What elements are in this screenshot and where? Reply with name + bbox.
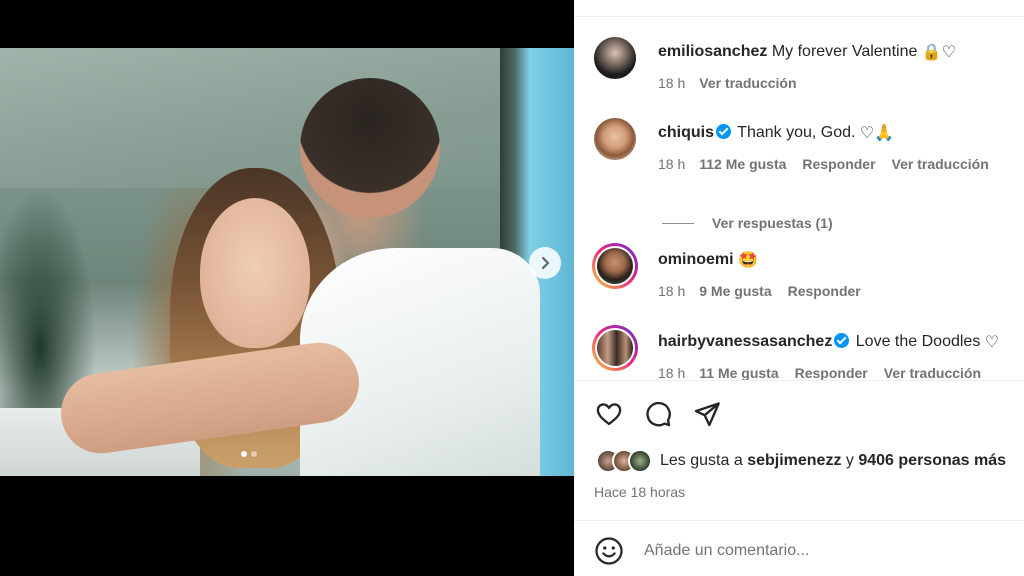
carousel-indicator [241,451,257,457]
liker-username[interactable]: sebjimenezz [747,452,841,469]
avatar[interactable] [592,325,638,371]
carousel-next-button[interactable] [529,247,561,279]
comment-time[interactable]: 18 h [658,283,685,299]
comment-time[interactable]: 18 h [658,365,685,380]
comment-text: Thank you, God. [737,124,856,141]
add-comment-bar [574,520,1024,576]
comment-username[interactable]: hairbyvanessasanchez [658,333,832,350]
comment-emoji: ♡🙏 [859,125,895,142]
actions-bar [574,380,1024,427]
like-button[interactable] [594,399,624,429]
likes-prefix: Les gusta a [660,452,743,469]
verified-badge-icon [716,124,732,139]
replies-line [662,222,694,224]
verified-badge-icon [834,333,850,348]
post-panel: emiliosanchez My forever Valentine 🔒♡ 18… [574,0,1024,576]
post-timestamp[interactable]: Hace 18 horas [594,484,685,500]
avatar[interactable] [592,35,638,81]
comment-time[interactable]: 18 h [658,156,685,172]
comment-likes[interactable]: 9 Me gusta [699,283,771,299]
translate-link[interactable]: Ver traducción [892,156,989,172]
smiley-icon[interactable] [594,536,624,566]
translate-link[interactable]: Ver traducción [699,75,796,91]
caption-emoji: 🔒♡ [921,44,957,61]
carousel-dot [241,451,247,457]
avatar[interactable] [592,116,638,162]
reply-button[interactable]: Responder [788,283,861,299]
comment-likes[interactable]: 11 Me gusta [699,365,778,380]
heart-icon [596,403,622,426]
media-area [0,0,574,576]
comment-likes[interactable]: 112 Me gusta [699,156,786,172]
avatar[interactable] [592,243,638,289]
comment-input[interactable] [644,537,1004,565]
see-replies-link[interactable]: Ver respuestas (1) [662,215,833,231]
likes-count[interactable]: 9406 personas más [858,452,1006,469]
likes-conj: y [845,452,854,469]
translate-link[interactable]: Ver traducción [884,365,981,380]
reply-button[interactable]: Responder [795,365,868,380]
comment-text: Love the Doodles [855,333,981,350]
likes-summary: Les gusta a sebjimenezz y 9406 personas … [596,449,1006,473]
comment-username[interactable]: ominoemi [658,251,734,268]
caption-username[interactable]: emiliosanchez [658,43,767,60]
caption-time[interactable]: 18 h [658,75,685,91]
paper-plane-icon [694,402,720,427]
chevron-right-icon [541,256,550,270]
reply-button[interactable]: Responder [802,156,875,172]
caption-text: My forever Valentine [771,43,918,60]
see-replies-label: Ver respuestas (1) [712,215,833,231]
comment-emoji: ♡ [984,334,1000,351]
comment-button[interactable] [643,399,673,429]
post-photo[interactable] [0,48,574,476]
carousel-dot [251,451,257,457]
comment-username[interactable]: chiquis [658,124,714,141]
share-button[interactable] [692,399,722,429]
comment-emoji: 🤩 [738,252,758,269]
comments-list: emiliosanchez My forever Valentine 🔒♡ 18… [574,16,1024,380]
comment-bubble-icon [646,401,671,427]
liker-avatars[interactable] [596,449,652,473]
avatar [628,449,652,473]
